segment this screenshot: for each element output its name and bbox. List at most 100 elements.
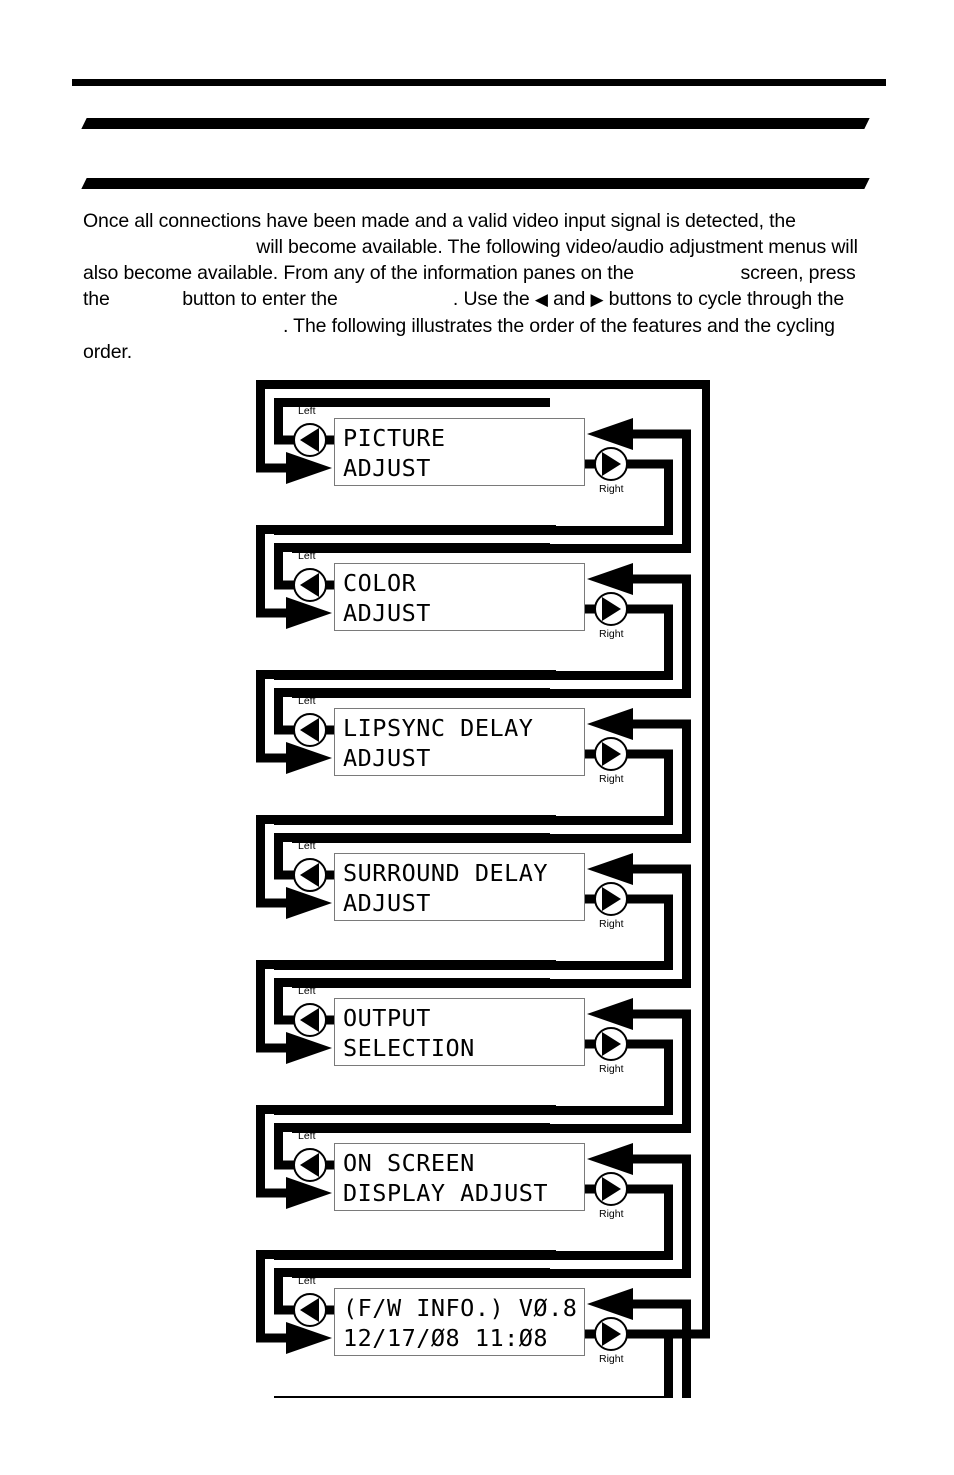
- right-button-icon[interactable]: [594, 447, 628, 481]
- right-incoming-vertical: [682, 429, 691, 544]
- arrow-tail-segment: [265, 1333, 286, 1343]
- right-incoming-tail: [629, 1154, 691, 1164]
- box-incoming-right-arrowhead-icon: [587, 563, 633, 595]
- lcd-line-1: (F/W INFO.) VØ.8: [343, 1294, 578, 1322]
- right-incoming-tail: [629, 429, 691, 439]
- loop-top-segment: [256, 670, 556, 679]
- lcd-display-panel: (F/W INFO.) VØ.8 12/17/Ø8 11:Ø8: [334, 1288, 585, 1356]
- right-button-icon[interactable]: [594, 1172, 628, 1206]
- left-button-icon[interactable]: [293, 568, 327, 602]
- loop-top-segment: [256, 1250, 556, 1259]
- left-button-icon[interactable]: [293, 1148, 327, 1182]
- inner-loop-to-left-button: [274, 1305, 296, 1315]
- box-incoming-right-arrowhead-icon: [587, 708, 633, 740]
- paragraph-text: and: [547, 288, 591, 310]
- top-straight-rule: [72, 79, 886, 86]
- paragraph-text: . The following illustrates the order of…: [83, 315, 841, 363]
- lcd-line-1: COLOR: [343, 569, 417, 597]
- left-button-label: Left: [298, 1130, 316, 1142]
- box-incoming-right-arrowhead-icon: [587, 418, 633, 450]
- right-incoming-vertical: [682, 864, 691, 979]
- loop-left-vertical: [256, 815, 265, 908]
- inner-loop-to-left-button: [274, 870, 296, 880]
- lcd-line-2: ADJUST: [343, 599, 431, 627]
- direction-arrow-icon: ▶: [590, 290, 604, 310]
- right-return-bottom: [274, 1396, 673, 1398]
- arrow-tail-segment: [265, 1188, 286, 1198]
- right-incoming-vertical: [682, 1154, 691, 1269]
- paragraph-text: button to enter the: [176, 288, 343, 310]
- right-button-icon[interactable]: [594, 737, 628, 771]
- left-button-label: Left: [298, 985, 316, 997]
- loop-left-vertical: [256, 960, 265, 1053]
- lcd-display-panel: ON SCREEN DISPLAY ADJUST: [334, 1143, 585, 1211]
- paragraph-text: buttons to cycle through the: [603, 288, 850, 310]
- box-incoming-right-arrowhead-icon: [587, 1288, 633, 1320]
- left-button-icon[interactable]: [293, 1293, 327, 1327]
- left-button-label: Left: [298, 550, 316, 562]
- left-button-icon[interactable]: [293, 423, 327, 457]
- lcd-line-2: ADJUST: [343, 889, 431, 917]
- right-return-vertical: [664, 1329, 673, 1398]
- loop-left-vertical: [256, 670, 265, 763]
- right-return-vertical: [664, 894, 673, 970]
- left-button-label: Left: [298, 405, 316, 417]
- lcd-line-2: ADJUST: [343, 744, 431, 772]
- right-button-label: Right: [599, 773, 624, 785]
- left-button-icon[interactable]: [293, 1003, 327, 1037]
- left-button-icon[interactable]: [293, 713, 327, 747]
- loop-left-vertical: [256, 1250, 265, 1343]
- right-button-label: Right: [599, 628, 624, 640]
- title-underline-rule-1: [81, 118, 870, 129]
- right-incoming-tail: [629, 1299, 691, 1309]
- loop-left-vertical: [256, 525, 265, 618]
- lcd-display-panel: PICTURE ADJUST: [334, 418, 585, 486]
- lcd-line-2: 12/17/Ø8 11:Ø8: [343, 1324, 549, 1352]
- lcd-line-2: DISPLAY ADJUST: [343, 1179, 549, 1207]
- lcd-display-panel: LIPSYNC DELAY ADJUST: [334, 708, 585, 776]
- menu-cycle-diagram: PICTURE ADJUST COLOR ADJUST LIPSYNC DELAY ADJ…: [250, 378, 710, 1398]
- inner-loop-to-left-button: [274, 1015, 296, 1025]
- paragraph-text: . Use the: [452, 288, 535, 310]
- right-button-icon[interactable]: [594, 1027, 628, 1061]
- global-outer-from-last-right: [625, 1329, 710, 1339]
- right-button-label: Right: [599, 483, 624, 495]
- lcd-line-2: SELECTION: [343, 1034, 475, 1062]
- right-incoming-vertical: [682, 1009, 691, 1124]
- inner-loop-to-left-button: [274, 1160, 296, 1170]
- box-incoming-right-arrowhead-icon: [587, 1143, 633, 1175]
- right-incoming-tail: [629, 574, 691, 584]
- right-incoming-tail: [629, 864, 691, 874]
- arrow-tail-segment: [265, 1043, 286, 1053]
- right-button-icon[interactable]: [594, 592, 628, 626]
- left-button-label: Left: [298, 1275, 316, 1287]
- arrow-tail-segment: [265, 608, 286, 618]
- box-incoming-right-arrowhead-icon: [587, 853, 633, 885]
- inner-loop-to-left-button: [274, 725, 296, 735]
- right-return-vertical: [664, 1039, 673, 1115]
- right-incoming-vertical: [682, 719, 691, 834]
- left-button-icon[interactable]: [293, 858, 327, 892]
- loop-left-vertical: [256, 380, 265, 473]
- right-return-vertical: [664, 459, 673, 535]
- right-button-label: Right: [599, 918, 624, 930]
- lcd-line-1: ON SCREEN: [343, 1149, 475, 1177]
- right-incoming-tail: [629, 1009, 691, 1019]
- intro-paragraph: Once all connections have been made and …: [83, 208, 883, 365]
- right-button-label: Right: [599, 1208, 624, 1220]
- direction-arrow-icon: ◀: [534, 290, 548, 310]
- right-button-icon[interactable]: [594, 1317, 628, 1351]
- inner-loop-to-left-button: [274, 435, 296, 445]
- lcd-line-1: LIPSYNC DELAY: [343, 714, 534, 742]
- global-outer-right-rail: [702, 380, 710, 1339]
- global-outer-top-rail: [256, 380, 710, 389]
- inner-loop-to-left-button: [274, 580, 296, 590]
- right-return-vertical: [664, 604, 673, 680]
- lcd-line-1: OUTPUT: [343, 1004, 431, 1032]
- right-button-label: Right: [599, 1063, 624, 1075]
- arrow-tail-segment: [265, 753, 286, 763]
- right-button-icon[interactable]: [594, 882, 628, 916]
- lcd-line-1: PICTURE: [343, 424, 446, 452]
- right-return-vertical: [664, 1184, 673, 1260]
- lcd-display-panel: SURROUND DELAY ADJUST: [334, 853, 585, 921]
